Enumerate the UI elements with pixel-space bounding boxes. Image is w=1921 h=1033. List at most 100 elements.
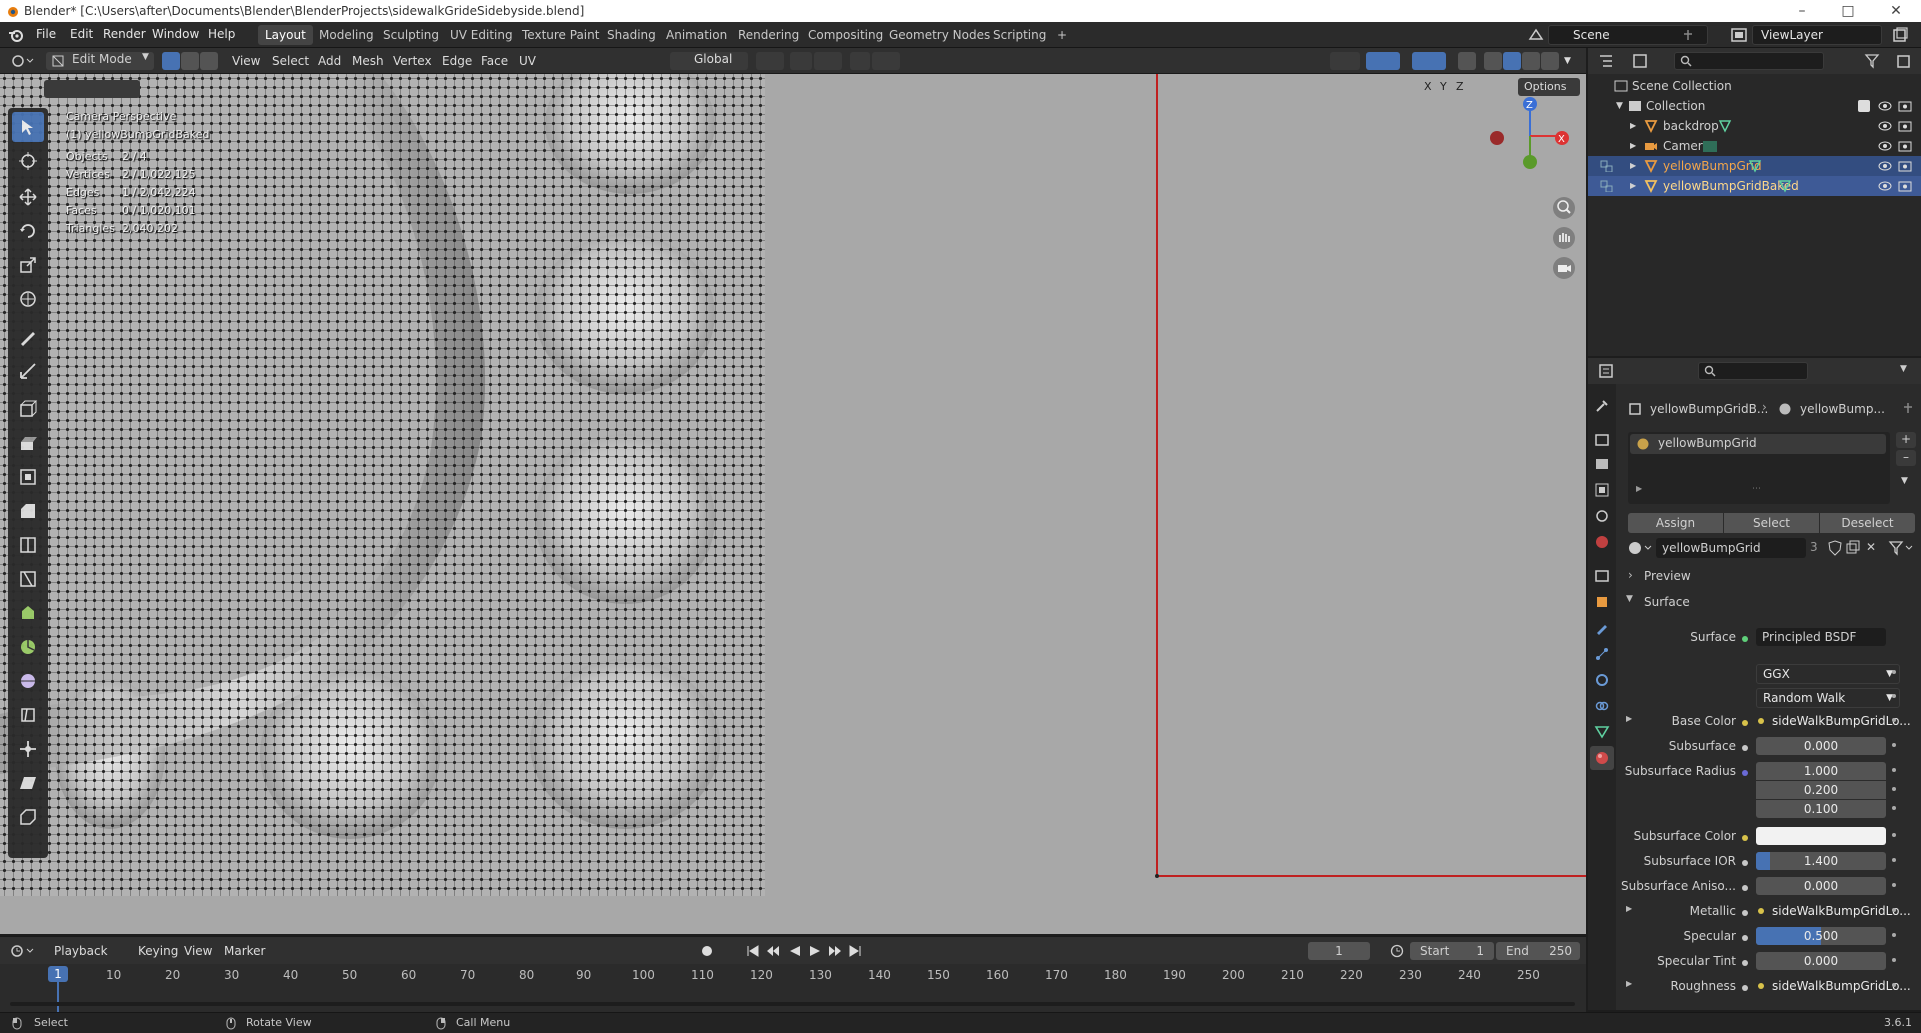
outliner-item-yellowbumpgridbaked[interactable]: ▶ yellowBumpGridBaked	[1588, 176, 1921, 196]
solid-shading-button[interactable]	[1503, 52, 1521, 70]
new-collection-icon[interactable]	[1896, 53, 1912, 69]
metallic-link[interactable]: sideWalkBumpGridLo...	[1756, 902, 1911, 920]
filter-icon[interactable]	[1864, 53, 1886, 69]
current-frame-field[interactable]: 1	[1308, 942, 1370, 960]
resize-handle[interactable]: ⋯	[1752, 484, 1761, 494]
preview-range-icon[interactable]	[1390, 944, 1404, 958]
face-select-button[interactable]	[200, 52, 218, 70]
start-frame-field[interactable]: Start 1	[1410, 942, 1494, 960]
shear-tool[interactable]	[12, 768, 44, 798]
timeline-ruler[interactable]: 1 10 20 30 40 50 60 70 80 90 100 110 120…	[0, 964, 1586, 1012]
keyframe-dot[interactable]	[1892, 694, 1896, 698]
tab-shading[interactable]: Shading	[600, 25, 663, 45]
keyframe-dot[interactable]	[1892, 933, 1896, 937]
tab-layout[interactable]: Layout	[258, 25, 313, 45]
eye-icon[interactable]	[1878, 180, 1892, 192]
subsurface-radius-y-field[interactable]: 0.200	[1756, 781, 1886, 799]
editor-type-icon[interactable]	[10, 53, 34, 69]
roughness-link[interactable]: sideWalkBumpGridLo...	[1756, 977, 1911, 995]
edit-mode-toggle-icon[interactable]	[1600, 160, 1614, 172]
surface-panel-header[interactable]: ▼ Surface	[1624, 592, 1916, 612]
view-layer-selector[interactable]: ViewLayer	[1752, 25, 1882, 45]
expand-icon[interactable]: ▶	[1630, 156, 1636, 176]
material-name-field[interactable]: yellowBumpGrid	[1656, 538, 1806, 558]
menu-select[interactable]: Select	[272, 52, 309, 70]
material-shading-button[interactable]	[1522, 52, 1540, 70]
rendered-shading-button[interactable]	[1541, 52, 1559, 70]
keyframe-dot[interactable]	[1892, 806, 1896, 810]
select-button[interactable]: Select	[1724, 513, 1819, 533]
subsurface-aniso-field[interactable]: 0.000	[1756, 877, 1886, 895]
menu-add[interactable]: Add	[318, 52, 341, 70]
subsurface-radius-x-field[interactable]: 1.000	[1756, 762, 1886, 780]
camera-render-icon[interactable]	[1898, 180, 1912, 192]
pan-hand-icon[interactable]	[1552, 226, 1576, 250]
edit-mode-toggle-icon[interactable]	[1600, 180, 1614, 192]
knife-tool[interactable]	[12, 564, 44, 594]
tab-uv-editing[interactable]: UV Editing	[443, 25, 520, 45]
render-tab-icon[interactable]	[1594, 432, 1610, 448]
collection-tab-icon[interactable]	[1594, 568, 1610, 584]
menu-edit[interactable]: Edit	[70, 27, 93, 41]
scene-tab-icon[interactable]	[1594, 508, 1610, 524]
timeline-scrollbar[interactable]	[10, 1002, 1575, 1006]
prev-keyframe-icon[interactable]	[766, 944, 780, 958]
subsurface-field[interactable]: 0.000	[1756, 737, 1886, 755]
falloff-button[interactable]	[872, 52, 900, 70]
proportional-edit-toggle[interactable]	[850, 52, 870, 70]
eye-icon[interactable]	[1878, 100, 1892, 112]
rotate-tool[interactable]	[12, 216, 44, 246]
menu-marker[interactable]: Marker	[224, 942, 265, 960]
menu-help[interactable]: Help	[208, 27, 235, 41]
inset-tool[interactable]	[12, 462, 44, 492]
particles-tab-icon[interactable]	[1594, 646, 1610, 662]
eye-icon[interactable]	[1878, 140, 1892, 152]
duplicate-material-icon[interactable]	[1846, 540, 1860, 556]
camera-view-icon[interactable]	[1552, 256, 1576, 280]
record-button-icon[interactable]	[700, 944, 714, 958]
outliner-item-yellowbumpgrid[interactable]: ▶ yellowBumpGrid	[1588, 156, 1921, 176]
keyframe-dot[interactable]	[1892, 908, 1896, 912]
camera-render-icon[interactable]	[1898, 140, 1912, 152]
filter-icon[interactable]	[1888, 540, 1916, 556]
assign-button[interactable]: Assign	[1628, 513, 1723, 533]
menu-window[interactable]: Window	[152, 27, 199, 41]
overlay-toggle[interactable]	[1412, 52, 1446, 70]
scale-tool[interactable]	[12, 250, 44, 280]
extrude-tool[interactable]	[12, 428, 44, 458]
measure-tool[interactable]	[12, 356, 44, 386]
edge-select-button[interactable]	[181, 52, 199, 70]
maximize-button[interactable]: □	[1825, 0, 1871, 22]
keyframe-dot[interactable]	[1892, 743, 1896, 747]
keyframe-dot[interactable]	[1892, 718, 1896, 722]
rip-region-tool[interactable]	[12, 802, 44, 832]
display-mode-icon[interactable]	[1632, 53, 1656, 69]
material-slot-item[interactable]: yellowBumpGrid	[1630, 434, 1886, 454]
deselect-button[interactable]: Deselect	[1820, 513, 1915, 533]
jump-start-icon[interactable]	[746, 944, 760, 958]
spin-tool[interactable]	[12, 632, 44, 662]
play-reverse-icon[interactable]	[788, 944, 802, 958]
tab-sculpting[interactable]: Sculpting	[376, 25, 446, 45]
shading-dropdown[interactable]: ▼	[1564, 52, 1571, 70]
axis-x-toggle[interactable]: X	[1424, 80, 1432, 93]
remove-slot-button[interactable]: –	[1896, 450, 1916, 466]
subsurface-color-swatch[interactable]	[1756, 827, 1886, 845]
tab-modeling[interactable]: Modeling	[312, 25, 381, 45]
end-frame-field[interactable]: End 250	[1496, 942, 1580, 960]
xray-toggle[interactable]	[1458, 52, 1476, 70]
snap-toggle[interactable]	[790, 52, 812, 70]
outliner-collection[interactable]: ▼ Collection	[1588, 96, 1921, 116]
keyframe-dot[interactable]	[1892, 883, 1896, 887]
play-icon[interactable]	[808, 944, 822, 958]
expand-icon[interactable]: ▶	[1630, 176, 1636, 196]
tab-rendering[interactable]: Rendering	[731, 25, 806, 45]
expand-icon[interactable]: ▶	[1636, 484, 1642, 493]
menu-keying[interactable]: Keying	[138, 942, 178, 960]
snap-target-button[interactable]	[814, 52, 842, 70]
output-tab-icon[interactable]	[1594, 456, 1610, 472]
annotate-tool[interactable]	[12, 322, 44, 352]
zoom-icon[interactable]	[1552, 196, 1576, 220]
edge-slide-tool[interactable]	[12, 700, 44, 730]
outliner-search-input[interactable]	[1674, 52, 1824, 70]
